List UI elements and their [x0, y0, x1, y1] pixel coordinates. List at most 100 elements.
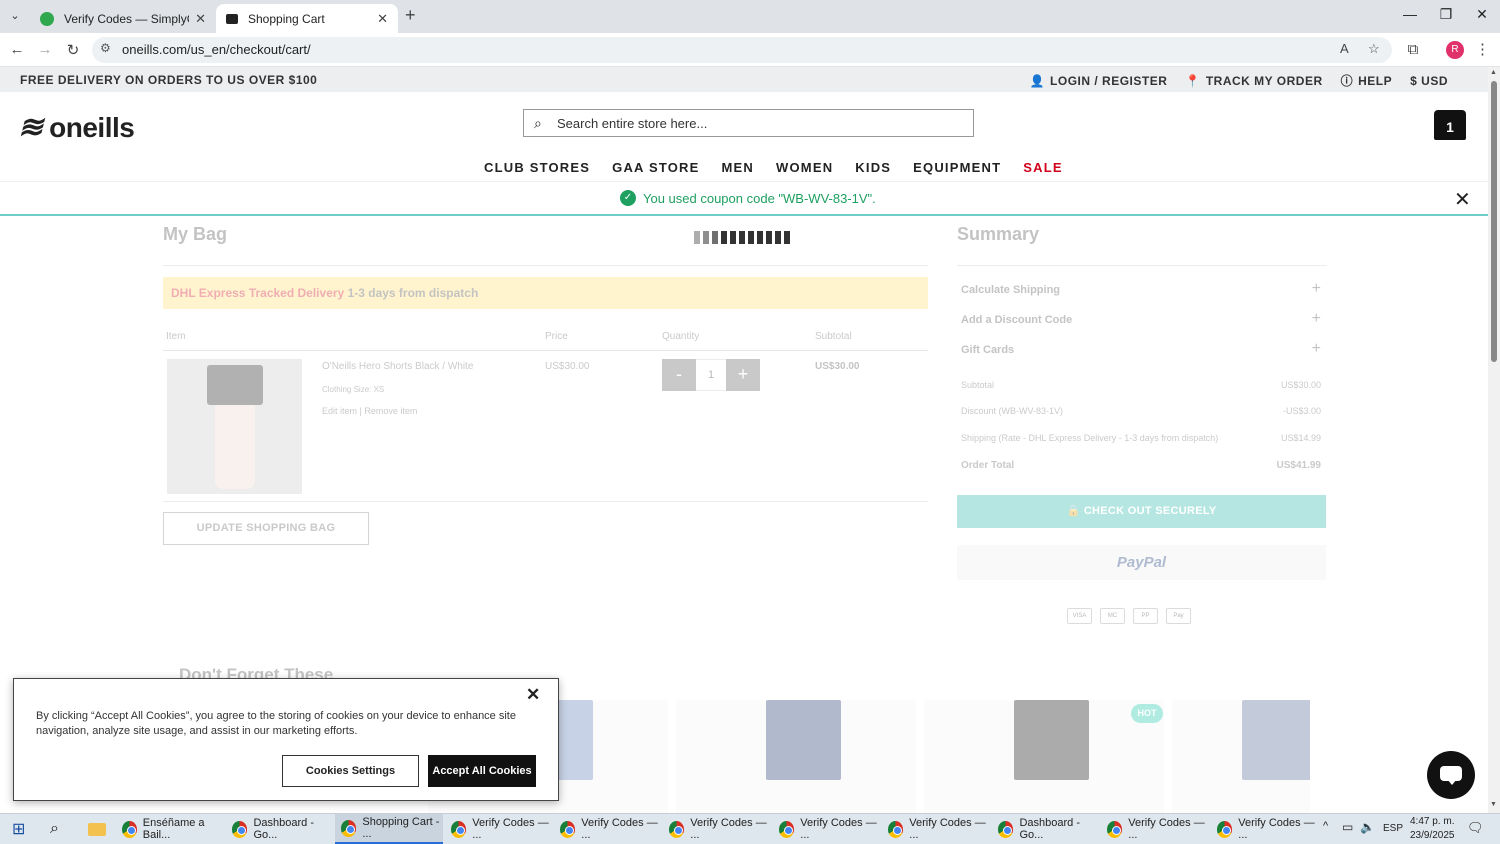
nav-sale[interactable]: SALE [1023, 160, 1062, 175]
edit-item-link[interactable]: Edit item [322, 406, 357, 416]
tab-close-icon[interactable]: ✕ [195, 11, 206, 27]
checkout-button[interactable]: 🔒 CHECK OUT SECURELY [957, 495, 1326, 528]
plus-icon: + [1311, 280, 1321, 297]
taskbar-item[interactable]: Enséñame a Bail... [116, 814, 223, 844]
browser-menu-icon[interactable]: ⋮ [1475, 40, 1490, 58]
product-card[interactable] [1172, 700, 1310, 813]
tray-chevron-icon[interactable]: ^ [1323, 820, 1328, 832]
taskbar-item[interactable]: Verify Codes — ... [882, 814, 989, 844]
taskbar-item[interactable]: Verify Codes — ... [445, 814, 552, 844]
profile-avatar[interactable]: R [1446, 41, 1464, 59]
product-name[interactable]: O'Neills Hero Shorts Black / White [322, 361, 473, 372]
track-order-link[interactable]: 📍 TRACK MY ORDER [1185, 72, 1322, 89]
tab-search-icon[interactable]: ⌄ [6, 7, 24, 25]
accordion-label: Add a Discount Code [961, 314, 1073, 326]
product-card[interactable]: HOT [924, 700, 1164, 813]
network-icon[interactable]: ▭ [1342, 820, 1353, 834]
oneills-logo[interactable]: ≋ oneills [18, 110, 135, 145]
row-value: -US$3.00 [1282, 406, 1321, 416]
currency-selector[interactable]: $ USD [1410, 72, 1448, 89]
taskbar-item[interactable]: Verify Codes — ... [663, 814, 770, 844]
help-link[interactable]: ⓘ HELP [1341, 72, 1393, 89]
site-info-icon[interactable]: ⚙ [100, 41, 111, 55]
divider [163, 501, 928, 502]
back-icon[interactable]: ← [8, 41, 26, 58]
cart-button[interactable]: 1 [1434, 110, 1466, 140]
scrollbar-thumb[interactable] [1491, 81, 1497, 362]
decrease-qty-button[interactable]: - [662, 359, 696, 391]
chrome-icon [669, 820, 685, 838]
nav-men[interactable]: MEN [722, 160, 755, 175]
visa-icon: VISA [1067, 608, 1092, 624]
bookmark-star-icon[interactable]: ☆ [1368, 41, 1380, 57]
file-explorer-icon[interactable] [82, 814, 112, 844]
plus-icon: + [1311, 340, 1321, 357]
language-indicator[interactable]: ESP [1383, 823, 1403, 834]
column-header-quantity: Quantity [662, 331, 700, 342]
taskbar-item[interactable]: Dashboard - Go... [992, 814, 1099, 844]
chrome-icon [341, 819, 357, 837]
search-icon[interactable]: ⌕ [534, 115, 542, 132]
omnibox[interactable]: ⚙ oneills.com/us_en/checkout/cart/ A ☆ [92, 37, 1392, 63]
extensions-icon[interactable]: ⧉ [1404, 41, 1422, 58]
gift-cards-accordion[interactable]: Gift Cards + [961, 340, 1321, 357]
taskbar-item[interactable]: Dashboard - Go... [226, 814, 333, 844]
reload-icon[interactable]: ↻ [64, 41, 82, 59]
maximize-icon[interactable]: ❐ [1436, 6, 1456, 23]
taskbar-item[interactable]: Verify Codes — ... [1211, 814, 1318, 844]
minimize-icon[interactable]: — [1400, 6, 1420, 22]
product-card[interactable] [676, 700, 916, 813]
window-close-icon[interactable]: ✕ [1472, 6, 1492, 23]
search-input[interactable] [557, 114, 957, 132]
nav-women[interactable]: WOMEN [776, 160, 833, 175]
product-image[interactable] [167, 359, 302, 494]
volume-icon[interactable]: 🔈 [1360, 820, 1375, 834]
taskbar-item[interactable]: Verify Codes — ... [773, 814, 880, 844]
forward-icon[interactable]: → [36, 41, 54, 58]
browser-tab-shopping-cart[interactable]: Shopping Cart ✕ [216, 4, 398, 33]
quantity-value[interactable]: 1 [696, 359, 726, 391]
url-text[interactable]: oneills.com/us_en/checkout/cart/ [122, 42, 311, 57]
nav-kids[interactable]: KIDS [855, 160, 891, 175]
lock-icon: 🔒 [1066, 505, 1081, 517]
discount-code-accordion[interactable]: Add a Discount Code + [961, 310, 1321, 327]
divider [163, 265, 928, 266]
product-size: Clothing Size: XS [322, 385, 385, 394]
windows-start-icon[interactable]: ⊞ [6, 814, 36, 844]
column-header-subtotal: Subtotal [815, 331, 852, 342]
nav-gaa-store[interactable]: GAA STORE [612, 160, 699, 175]
taskbar-label: Verify Codes — ... [581, 817, 658, 841]
browser-tab-verify-codes[interactable]: Verify Codes — SimplyCodes ✕ [30, 4, 216, 33]
remove-item-link[interactable]: Remove item [364, 406, 417, 416]
simplycodes-favicon-icon [40, 11, 54, 26]
taskbar-item[interactable]: Verify Codes — ... [1101, 814, 1208, 844]
clock-date[interactable]: 23/9/2025 [1410, 830, 1455, 841]
scroll-down-icon[interactable]: ▼ [1490, 801, 1497, 808]
accept-all-cookies-button[interactable]: Accept All Cookies [428, 755, 536, 787]
update-bag-button[interactable]: UPDATE SHOPPING BAG [163, 512, 369, 545]
clock-time[interactable]: 4:47 p. m. [1410, 816, 1454, 827]
page-scrollbar[interactable]: ▲ ▼ [1488, 67, 1500, 813]
taskbar-item-active[interactable]: Shopping Cart - ... [335, 814, 443, 844]
nav-club-stores[interactable]: CLUB STORES [484, 160, 590, 175]
taskbar-label: Verify Codes — ... [800, 817, 877, 841]
cookie-settings-button[interactable]: Cookies Settings [282, 755, 419, 787]
calculate-shipping-accordion[interactable]: Calculate Shipping + [961, 280, 1321, 297]
translate-icon[interactable]: A [1340, 41, 1349, 56]
notice-close-icon[interactable]: ✕ [1454, 187, 1471, 212]
oneills-logo-mark-icon: ≋ [18, 111, 44, 144]
cookie-close-icon[interactable]: ✕ [526, 685, 540, 705]
notifications-icon[interactable]: 🗨 [1467, 820, 1484, 836]
paypal-button[interactable]: PayPal [957, 545, 1326, 580]
login-register-link[interactable]: 👤 LOGIN / REGISTER [1030, 72, 1168, 89]
chat-button[interactable] [1427, 751, 1475, 799]
increase-qty-button[interactable]: + [726, 359, 760, 391]
taskbar-item[interactable]: Verify Codes — ... [554, 814, 661, 844]
divider [163, 350, 928, 351]
user-icon: 👤 [1029, 73, 1046, 88]
scroll-up-icon[interactable]: ▲ [1490, 69, 1497, 76]
new-tab-icon[interactable]: + [405, 5, 416, 26]
taskbar-search-icon[interactable]: ⌕ [44, 814, 74, 844]
nav-equipment[interactable]: EQUIPMENT [913, 160, 1001, 175]
tab-close-icon[interactable]: ✕ [377, 11, 388, 27]
